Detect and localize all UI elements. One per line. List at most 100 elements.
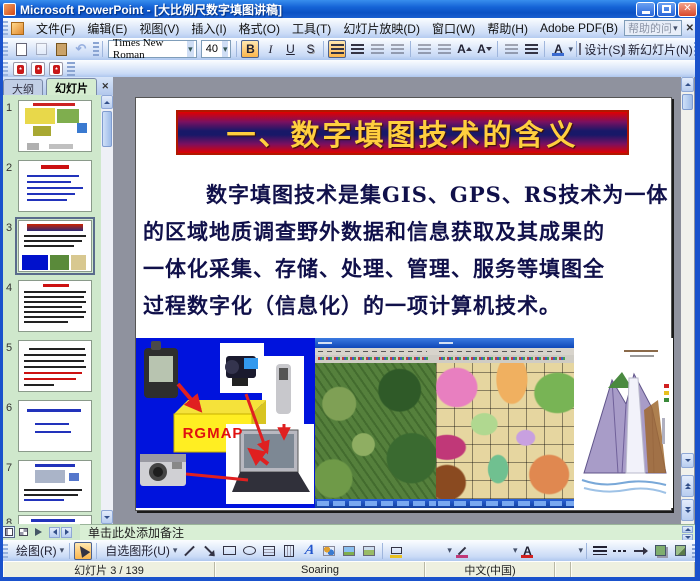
- slide-thumbnail-1[interactable]: [18, 100, 92, 152]
- slide-thumbnail-7[interactable]: [18, 460, 92, 512]
- vertical-text-box-button[interactable]: [280, 542, 298, 560]
- scroll-down-button[interactable]: [681, 453, 694, 468]
- new-document-button[interactable]: [12, 40, 30, 58]
- slide-body-text[interactable]: 数字填图技术是集GIS、GPS、RS技术为一体 的区域地质调查野外数据和信息获取…: [143, 176, 667, 324]
- notes-scrollbar[interactable]: [682, 526, 693, 541]
- menu-insert[interactable]: 插入(I): [185, 18, 232, 39]
- slide-canvas[interactable]: 一、数字填图技术的含义 数字填图技术是集GIS、GPS、RS技术为一体 的区域地…: [135, 97, 672, 511]
- decrease-indent-button[interactable]: [502, 40, 520, 58]
- scroll-up-button[interactable]: [101, 95, 113, 109]
- increase-font-button[interactable]: A: [455, 40, 473, 58]
- text-shadow-button[interactable]: S: [301, 40, 319, 58]
- insert-diagram-button[interactable]: [320, 542, 338, 560]
- menu-window[interactable]: 窗口(W): [426, 18, 481, 39]
- toolbar-grip[interactable]: [3, 62, 8, 76]
- help-search-box[interactable]: 键入需要帮助的问题 ▾: [624, 20, 682, 36]
- chevron-down-icon[interactable]: ▾: [673, 23, 678, 34]
- pdf-convert-review-icon[interactable]: [49, 62, 63, 76]
- menu-format[interactable]: 格式(O): [233, 18, 286, 39]
- scroll-up-button[interactable]: [682, 526, 693, 533]
- next-slide-button[interactable]: [681, 499, 694, 521]
- slide-title[interactable]: 一、数字填图技术的含义: [176, 110, 629, 155]
- bold-button[interactable]: B: [241, 40, 259, 58]
- menu-file[interactable]: 文件(F): [30, 18, 81, 39]
- shadow-style-button[interactable]: [651, 542, 669, 560]
- menu-edit[interactable]: 编辑(E): [81, 18, 133, 39]
- scroll-left-button[interactable]: [49, 527, 60, 538]
- scroll-up-button[interactable]: [681, 77, 694, 92]
- chevron-down-icon[interactable]: ▾: [222, 41, 229, 57]
- slide-thumbnail-6[interactable]: [18, 400, 92, 452]
- fill-color-button[interactable]: [387, 542, 405, 560]
- scroll-down-button[interactable]: [101, 510, 113, 524]
- line-style-button[interactable]: [591, 542, 609, 560]
- distribute-button[interactable]: [388, 40, 406, 58]
- toolbar-overflow[interactable]: [67, 62, 75, 76]
- title-bar[interactable]: Microsoft PowerPoint - [大比例尺数字填图讲稿] ✕: [0, 0, 700, 18]
- arrow-tool-button[interactable]: [200, 542, 218, 560]
- slideshow-view-button[interactable]: [32, 526, 45, 538]
- slide-thumbnail-5[interactable]: [18, 340, 92, 392]
- italic-button[interactable]: I: [261, 40, 279, 58]
- threed-style-button[interactable]: [671, 542, 689, 560]
- chevron-down-icon[interactable]: ▾: [568, 44, 573, 55]
- pdf-convert-email-icon[interactable]: [31, 62, 45, 76]
- minimize-button[interactable]: [636, 2, 655, 17]
- new-slide-button[interactable]: 新幻灯片(N): [628, 40, 691, 58]
- select-objects-button[interactable]: [74, 542, 92, 560]
- menu-view[interactable]: 视图(V): [133, 18, 185, 39]
- slide-thumbnail-4[interactable]: [18, 280, 92, 332]
- dash-style-button[interactable]: [611, 542, 629, 560]
- slide-thumbnail-3-selected[interactable]: [18, 220, 92, 272]
- editor-vertical-scrollbar[interactable]: [681, 77, 694, 524]
- tab-outline[interactable]: 大纲: [3, 79, 43, 95]
- chevron-down-icon[interactable]: ▾: [513, 545, 518, 556]
- panel-close-icon[interactable]: ✕: [101, 81, 109, 92]
- slide-image-strip[interactable]: RGMAP: [136, 338, 673, 508]
- underline-button[interactable]: U: [281, 40, 299, 58]
- normal-view-button[interactable]: [2, 526, 15, 538]
- scroll-right-button[interactable]: [61, 527, 72, 538]
- menu-tools[interactable]: 工具(T): [286, 18, 337, 39]
- font-color-button[interactable]: A: [549, 40, 567, 58]
- close-button[interactable]: ✕: [678, 2, 697, 17]
- autoshapes-menu-button[interactable]: 自选图形(U)▾: [101, 542, 178, 560]
- wordart-button[interactable]: A: [300, 542, 318, 560]
- align-right-button[interactable]: [348, 40, 366, 58]
- chevron-down-icon[interactable]: ▾: [447, 545, 452, 556]
- tab-slides[interactable]: 幻灯片: [46, 78, 97, 95]
- toolbar-grip[interactable]: [3, 544, 8, 558]
- font-size-combo[interactable]: 40 ▾: [201, 40, 232, 58]
- rectangle-tool-button[interactable]: [220, 542, 238, 560]
- toolbar-overflow[interactable]: [93, 42, 99, 56]
- panel-horizontal-scrollbar[interactable]: [49, 527, 73, 538]
- previous-slide-button[interactable]: [681, 475, 694, 497]
- scrollbar-thumb[interactable]: [102, 111, 112, 147]
- text-box-button[interactable]: [260, 542, 278, 560]
- menu-adobe-pdf[interactable]: Adobe PDF(B): [534, 19, 624, 37]
- maximize-button[interactable]: [657, 2, 676, 17]
- increase-indent-button[interactable]: [522, 40, 540, 58]
- bullets-button[interactable]: [435, 40, 453, 58]
- pdf-convert-icon[interactable]: [13, 62, 27, 76]
- toolbar-grip[interactable]: [3, 21, 8, 35]
- oval-tool-button[interactable]: [240, 542, 258, 560]
- font-color-button[interactable]: A: [518, 542, 536, 560]
- design-button[interactable]: 设计(S): [581, 40, 626, 58]
- menu-help[interactable]: 帮助(H): [481, 18, 534, 39]
- decrease-font-button[interactable]: A: [475, 40, 493, 58]
- draw-menu-button[interactable]: 绘图(R)▾: [12, 542, 65, 560]
- insert-picture-button[interactable]: [360, 542, 378, 560]
- scrollbar-thumb[interactable]: [682, 94, 693, 110]
- slide-sorter-view-button[interactable]: [17, 526, 30, 538]
- slide-thumbnail-8[interactable]: [18, 515, 92, 524]
- menu-slideshow[interactable]: 幻灯片放映(D): [337, 18, 426, 39]
- line-tool-button[interactable]: [180, 542, 198, 560]
- align-center-button[interactable]: [328, 40, 346, 58]
- numbering-button[interactable]: [415, 40, 433, 58]
- chevron-down-icon[interactable]: ▾: [578, 545, 583, 556]
- notes-pane[interactable]: 单击此处添加备注: [80, 524, 695, 540]
- toolbar-grip[interactable]: [3, 42, 8, 56]
- line-color-button[interactable]: [453, 542, 471, 560]
- arrow-style-button[interactable]: [631, 542, 649, 560]
